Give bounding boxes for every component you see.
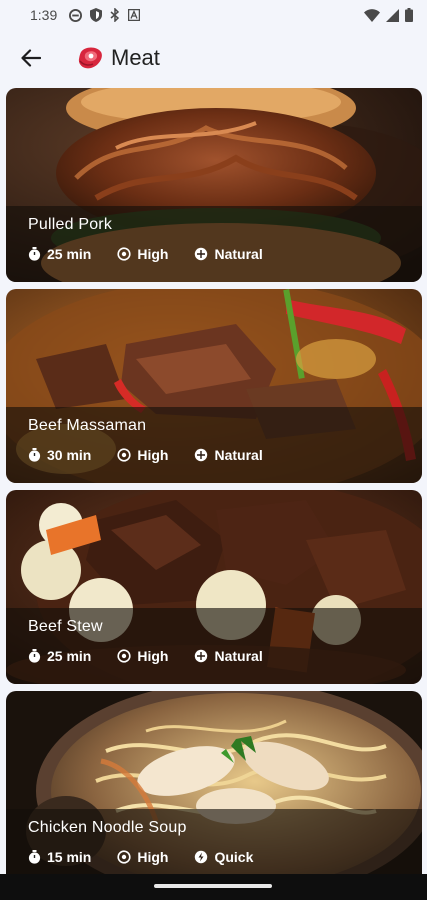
duration-item: 15 min [28, 849, 91, 865]
gauge-icon [117, 850, 131, 864]
recipe-meta: 30 min High Natural [28, 447, 422, 463]
sun-icon [195, 247, 208, 261]
status-icons-right [364, 8, 413, 22]
tag-item: Quick [194, 849, 253, 865]
gauge-icon [117, 649, 131, 663]
wifi-icon [364, 8, 380, 22]
difficulty-text: High [137, 648, 169, 664]
tag-text: Natural [214, 648, 263, 664]
duration-item: 25 min [28, 246, 91, 262]
back-button[interactable] [7, 34, 55, 82]
do-not-disturb-icon [69, 8, 83, 22]
gauge-icon [117, 448, 131, 462]
duration-text: 15 min [47, 849, 92, 865]
card-info-overlay: Beef Massaman 30 min High Natural [6, 407, 422, 483]
bluetooth-icon [110, 8, 120, 22]
arrow-left-icon [21, 49, 41, 67]
recipe-meta: 25 min High Natural [28, 246, 422, 262]
difficulty-item: High [117, 849, 168, 865]
stopwatch-icon [28, 247, 41, 261]
recipe-meta: 25 min High Natural [28, 648, 422, 664]
sun-icon [195, 649, 208, 663]
recipe-title: Beef Stew [28, 618, 103, 635]
duration-text: 30 min [47, 447, 92, 463]
recipe-card-pulled-pork[interactable]: Pulled Pork 25 min High Natural [6, 88, 422, 282]
a-icon [128, 9, 141, 21]
difficulty-item: High [117, 648, 168, 664]
difficulty-item: High [117, 246, 168, 262]
card-info-overlay: Pulled Pork 25 min High Natural [6, 206, 422, 282]
gauge-icon [117, 247, 131, 261]
duration-item: 25 min [28, 648, 91, 664]
card-info-overlay: Beef Stew 25 min High Natural [6, 608, 422, 684]
signal-icon [386, 8, 399, 22]
battery-icon [405, 8, 413, 22]
tag-text: Quick [214, 849, 254, 865]
recipe-title: Chicken Noodle Soup [28, 819, 187, 836]
recipe-card-chicken-noodle-soup[interactable]: Chicken Noodle Soup 15 min High Quick [6, 691, 422, 885]
stopwatch-icon [28, 649, 41, 663]
tag-text: Natural [214, 447, 263, 463]
recipe-list: Pulled Pork 25 min High Natural Beef Mas… [6, 88, 422, 892]
difficulty-item: High [117, 447, 168, 463]
duration-item: 30 min [28, 447, 91, 463]
duration-text: 25 min [47, 648, 92, 664]
tag-text: Natural [214, 246, 263, 262]
tag-item: Natural [194, 648, 263, 664]
stopwatch-icon [28, 448, 41, 462]
status-time: 1:39 [30, 7, 58, 23]
difficulty-text: High [137, 246, 169, 262]
duration-text: 25 min [47, 246, 92, 262]
stopwatch-icon [28, 850, 41, 864]
status-bar: 1:39 [0, 0, 427, 30]
difficulty-text: High [137, 849, 169, 865]
recipe-title: Pulled Pork [28, 216, 113, 233]
shield-icon [90, 8, 103, 22]
recipe-card-beef-stew[interactable]: Beef Stew 25 min High Natural [6, 490, 422, 684]
difficulty-text: High [137, 447, 169, 463]
home-indicator[interactable] [154, 884, 272, 888]
recipe-meta: 15 min High Quick [28, 849, 422, 865]
bolt-icon [195, 850, 208, 864]
recipe-card-beef-massaman[interactable]: Beef Massaman 30 min High Natural [6, 289, 422, 483]
recipe-title: Beef Massaman [28, 417, 147, 434]
app-bar: Meat [0, 30, 427, 86]
title-wrap: Meat [77, 45, 160, 71]
steak-icon [78, 47, 102, 69]
sun-icon [195, 448, 208, 462]
page-title: Meat [111, 45, 160, 70]
tag-item: Natural [194, 447, 263, 463]
tag-item: Natural [194, 246, 263, 262]
status-icons-left [69, 8, 141, 22]
